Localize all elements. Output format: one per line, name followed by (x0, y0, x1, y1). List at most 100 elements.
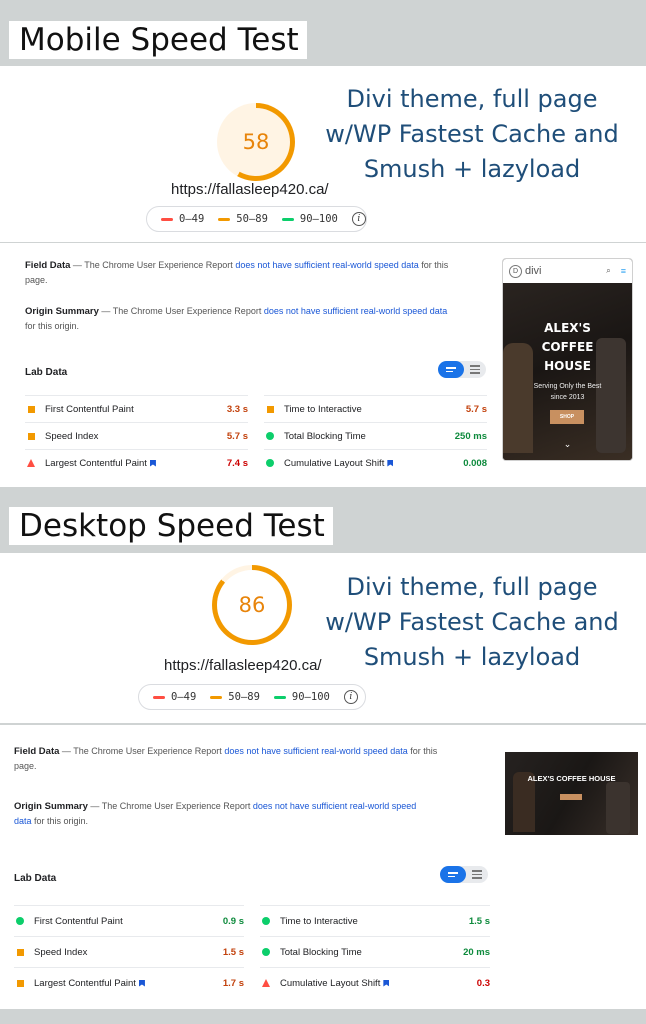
pass-range-marker (273, 695, 286, 699)
origin-summary-title: Origin Summary (25, 306, 99, 317)
desktop-caption: Divi theme, full page w/WP Fastest Cache… (322, 570, 622, 675)
caption-line: Smush + lazyload (363, 643, 581, 671)
search-icon: ⌕ (606, 266, 611, 275)
metric-name: Largest Contentful Paint (45, 458, 227, 469)
view-toggle[interactable] (438, 361, 486, 378)
origin-summary-link[interactable]: data (14, 816, 32, 826)
heading-line: COFFEE (541, 340, 594, 354)
fail-triangle-icon (262, 979, 270, 987)
status-icon (14, 948, 26, 956)
metric-value: 5.7 s (465, 403, 487, 415)
metric-row: First Contentful Paint 0.9 s (14, 905, 244, 936)
mobile-detail-panel: Field Data — The Chrome User Experience … (0, 243, 646, 487)
metric-row: Time to Interactive 5.7 s (264, 395, 487, 422)
desktop-metrics-grid: First Contentful Paint 0.9 s Time to Inter… (14, 905, 490, 998)
thumbnail-heading: ALEX'S COFFEE HOUSE (503, 319, 632, 376)
list-view-icon[interactable] (464, 361, 486, 378)
view-toggle[interactable] (440, 866, 488, 883)
desktop-lab-title: Lab Data (14, 873, 57, 884)
field-data-title: Field Data (14, 746, 60, 757)
status-icon (25, 432, 37, 440)
metric-name: First Contentful Paint (34, 915, 123, 927)
mobile-section-label: Mobile Speed Test (9, 21, 307, 59)
metric-row: Largest Contentful Paint 7.4 s (25, 449, 248, 476)
metric-row: Speed Index 5.7 s (25, 422, 248, 449)
desktop-origin-summary: Origin Summary — The Chrome User Experie… (14, 799, 454, 828)
shop-button[interactable] (560, 794, 582, 800)
metric-value: 5.7 s (226, 430, 248, 442)
divi-logo-icon: D (509, 264, 522, 278)
metric-row: Total Blocking Time 250 ms (264, 422, 487, 449)
mobile-field-data: Field Data — The Chrome User Experience … (25, 258, 455, 287)
info-icon[interactable]: i (351, 212, 366, 226)
grinder-shape (606, 782, 630, 834)
caption-line: w/WP Fastest Cache and (325, 120, 619, 148)
fail-triangle-icon (27, 459, 35, 467)
metric-name: Cumulative Layout Shift (280, 978, 477, 989)
metric-name: Total Blocking Time (280, 946, 362, 958)
average-square-icon (16, 948, 24, 956)
since-line: since 2013 (550, 394, 585, 401)
desktop-url[interactable]: https://fallasleep420.ca/ (164, 657, 322, 674)
field-data-link[interactable]: does not have sufficient real-world spee… (235, 260, 418, 270)
tagline-line: Serving Only the Best (533, 383, 602, 390)
legend-average: 50–89 (228, 691, 260, 703)
status-icon (25, 459, 37, 467)
metric-name: Cumulative Layout Shift (284, 458, 463, 469)
scroll-down-icon: ⌄ (563, 439, 572, 449)
mobile-page-thumbnail: D divi ⌕ ≡ ALEX'S COFFEE HOUSE Serving O… (502, 258, 633, 461)
status-icon (260, 948, 272, 956)
pass-circle-icon (266, 459, 274, 467)
metric-name: Largest Contentful Paint (34, 978, 223, 989)
info-icon[interactable]: i (343, 690, 358, 704)
shop-button[interactable]: SHOP (550, 410, 584, 424)
desktop-field-data: Field Data — The Chrome User Experience … (14, 744, 454, 773)
mobile-summary-panel: 58 https://fallasleep420.ca/ 0–49 50–89 … (0, 66, 646, 242)
metric-value: 1.5 s (222, 946, 244, 958)
heading-line: HOUSE (544, 359, 591, 373)
field-data-text: — The Chrome User Experience Report (59, 746, 225, 756)
bookmark-icon (149, 459, 156, 467)
field-data-title: Field Data (25, 260, 71, 271)
desktop-score-legend: 0–49 50–89 90–100 i (138, 684, 366, 710)
origin-summary-text: — The Chrome User Experience Report (98, 306, 264, 316)
list-view-icon[interactable] (466, 866, 488, 883)
summary-view-icon[interactable] (440, 866, 466, 883)
status-icon (264, 459, 276, 467)
metric-value: 20 ms (463, 946, 490, 958)
summary-view-icon[interactable] (438, 361, 464, 378)
bookmark-icon (138, 979, 145, 987)
metric-value: 1.7 s (222, 977, 244, 989)
thumbnail-hero: ALEX'S COFFEE HOUSE Serving Only the Bes… (503, 283, 632, 460)
origin-summary-link[interactable]: does not have sufficient real-world spee… (264, 306, 447, 316)
desktop-detail-panel: Field Data — The Chrome User Experience … (0, 725, 646, 1009)
average-range-marker (210, 695, 223, 699)
caption-line: Divi theme, full page (346, 573, 598, 601)
metric-row: First Contentful Paint 3.3 s (25, 395, 248, 422)
desktop-score-value: 86 (238, 593, 266, 617)
status-icon (260, 979, 272, 987)
mobile-origin-summary: Origin Summary — The Chrome User Experie… (25, 304, 455, 333)
average-square-icon (266, 405, 274, 413)
mobile-url[interactable]: https://fallasleep420.ca/ (171, 181, 329, 198)
metric-name: Speed Index (34, 946, 88, 958)
mobile-metrics-grid: First Contentful Paint 3.3 s Time to Inter… (25, 395, 487, 476)
pass-circle-icon (266, 432, 274, 440)
metric-name: Time to Interactive (280, 915, 358, 927)
status-icon (14, 979, 26, 987)
caption-line: Divi theme, full page (346, 85, 598, 113)
metric-row: Speed Index 1.5 s (14, 936, 244, 967)
metric-value: 250 ms (454, 430, 487, 442)
mobile-score-gauge: 58 (217, 103, 295, 181)
thumbnail-header: D divi ⌕ ≡ (503, 259, 632, 283)
mobile-score-value: 58 (242, 130, 270, 154)
metric-row: Total Blocking Time 20 ms (260, 936, 490, 967)
thumbnail-heading: ALEX'S COFFEE HOUSE (527, 774, 616, 783)
metric-value: 0.008 (463, 457, 487, 469)
pass-range-marker (281, 217, 294, 221)
average-square-icon (27, 432, 35, 440)
origin-summary-link[interactable]: does not have sufficient real-world spee… (253, 801, 416, 811)
menu-icon: ≡ (620, 266, 626, 276)
field-data-link[interactable]: does not have sufficient real-world spee… (224, 746, 407, 756)
metric-name: Time to Interactive (284, 403, 362, 415)
